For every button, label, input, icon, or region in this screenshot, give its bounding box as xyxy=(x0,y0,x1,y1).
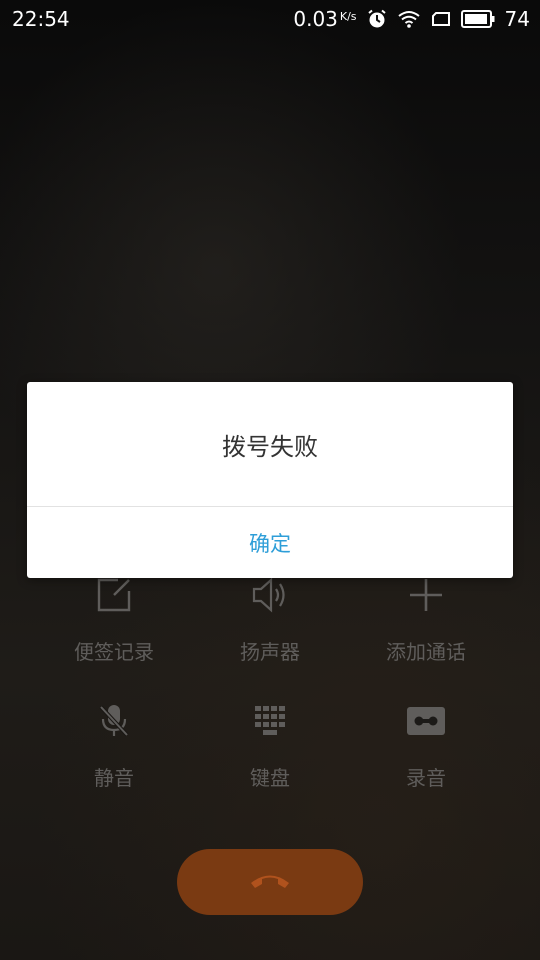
battery-icon xyxy=(460,10,495,28)
keypad-icon xyxy=(190,696,350,746)
network-speed-unit: K/s xyxy=(339,10,357,23)
record-icon xyxy=(346,696,506,746)
status-time: 22:54 xyxy=(12,7,70,31)
confirm-button[interactable]: 确定 xyxy=(27,507,513,578)
status-icons: 0.03 K/s 74 xyxy=(293,7,530,31)
record-button[interactable]: 录音 xyxy=(346,696,506,791)
speaker-button[interactable]: 扬声器 xyxy=(190,570,350,665)
record-label: 录音 xyxy=(406,766,446,790)
screen-rotation-icon xyxy=(431,10,451,28)
hangup-button[interactable] xyxy=(177,849,363,915)
add-call-button[interactable]: 添加通话 xyxy=(346,570,506,665)
mute-mic-icon xyxy=(34,696,194,746)
note-record-label: 便签记录 xyxy=(74,640,154,664)
mute-label: 静音 xyxy=(94,766,134,790)
network-speed: 0.03 K/s xyxy=(293,7,356,31)
mute-button[interactable]: 静音 xyxy=(34,696,194,791)
note-record-button[interactable]: 便签记录 xyxy=(34,570,194,665)
hangup-icon xyxy=(248,870,292,894)
dial-failed-dialog: 拨号失败 确定 xyxy=(27,382,513,578)
keypad-label: 键盘 xyxy=(250,766,290,790)
speaker-label: 扬声器 xyxy=(240,640,300,664)
dialog-message: 拨号失败 xyxy=(27,382,513,507)
battery-level: 74 xyxy=(504,7,530,31)
alarm-icon xyxy=(367,9,387,29)
network-speed-value: 0.03 xyxy=(293,7,338,31)
add-call-label: 添加通话 xyxy=(386,640,466,664)
keypad-button[interactable]: 键盘 xyxy=(190,696,350,791)
status-bar: 22:54 0.03 K/s 74 xyxy=(0,0,540,38)
wifi-icon xyxy=(397,9,421,29)
